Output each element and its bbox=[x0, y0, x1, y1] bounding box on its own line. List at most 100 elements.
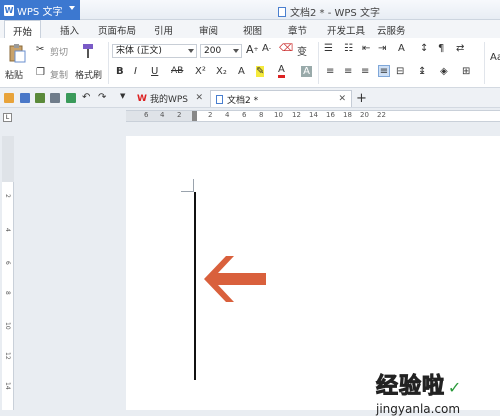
ruler-mark: 12 bbox=[292, 111, 301, 119]
save-icon[interactable] bbox=[20, 93, 30, 103]
bullets-icon[interactable]: ☰ bbox=[324, 43, 333, 54]
text-cursor bbox=[194, 192, 196, 380]
app-name: WPS 文字 bbox=[17, 6, 63, 18]
sort-icon[interactable]: ↕ bbox=[420, 43, 428, 54]
bold-icon[interactable]: B bbox=[116, 66, 124, 77]
justify-icon[interactable]: ≡ bbox=[378, 65, 390, 77]
highlight-icon[interactable]: ✎ bbox=[256, 66, 265, 77]
grow-font-icon[interactable]: A + bbox=[246, 43, 259, 56]
tab-insert[interactable]: 插入 bbox=[60, 23, 79, 37]
font-color-icon[interactable]: A bbox=[278, 65, 285, 78]
customize-chevron-icon[interactable]: ▼ bbox=[120, 92, 125, 100]
format-painter-button[interactable]: 格式刷 bbox=[75, 68, 102, 81]
cut-button[interactable]: 剪切 bbox=[50, 45, 68, 58]
crop-mark bbox=[181, 179, 194, 192]
ruler-mark: 4 bbox=[4, 228, 11, 232]
title-bar: W WPS 文字 文档2 * - WPS 文字 bbox=[0, 0, 500, 20]
indent-marker[interactable] bbox=[192, 111, 197, 121]
wps-red-logo-icon: W bbox=[137, 93, 147, 104]
format-painter-icon[interactable] bbox=[80, 42, 96, 60]
ruler-mark: 6 bbox=[144, 111, 149, 119]
ruler-toggle[interactable]: L bbox=[3, 113, 12, 122]
distribute-icon[interactable]: ⊟ bbox=[396, 66, 404, 77]
decrease-indent-icon[interactable]: ⇤ bbox=[362, 43, 370, 54]
style-preview[interactable]: Aa bbox=[490, 52, 500, 63]
document-icon bbox=[216, 94, 223, 104]
ruler-mark: 8 bbox=[4, 291, 11, 295]
line-spacing-icon[interactable]: ↨ bbox=[418, 66, 426, 77]
tab-my-wps-label: 我的WPS bbox=[149, 95, 188, 105]
borders-icon[interactable]: ⊞ bbox=[462, 66, 470, 77]
ruler-mark: 10 bbox=[4, 322, 11, 330]
chinese-layout-icon[interactable]: A bbox=[398, 43, 405, 54]
close-icon[interactable]: ✕ bbox=[338, 94, 346, 104]
tab-review[interactable]: 审阅 bbox=[199, 23, 218, 37]
increase-indent-icon[interactable]: ⇥ bbox=[378, 43, 386, 54]
tab-document[interactable]: 文档2 * ✕ bbox=[210, 90, 352, 107]
print-preview-icon[interactable] bbox=[66, 93, 76, 103]
ruler-mark: 6 bbox=[4, 261, 11, 265]
superscript-icon[interactable]: X² bbox=[195, 66, 206, 77]
char-shading-icon[interactable]: A bbox=[301, 66, 312, 77]
ruler-mark: 18 bbox=[343, 111, 352, 119]
tab-my-wps[interactable]: W 我的WPS ✕ bbox=[132, 90, 208, 107]
phonetic-icon[interactable]: 变 bbox=[297, 43, 307, 58]
text-wrap-icon[interactable]: ⇄ bbox=[456, 43, 464, 54]
new-tab-icon[interactable]: + bbox=[356, 91, 367, 106]
document-icon bbox=[278, 6, 286, 17]
tab-chapter[interactable]: 章节 bbox=[288, 23, 307, 37]
open-icon[interactable] bbox=[4, 93, 14, 103]
paste-icon[interactable] bbox=[6, 42, 28, 64]
paste-button[interactable]: 粘贴 bbox=[5, 68, 23, 81]
scissors-icon[interactable]: ✂ bbox=[36, 44, 44, 55]
copy-icon[interactable]: ❐ bbox=[36, 67, 45, 78]
window-title-text: 文档2 * - WPS 文字 bbox=[290, 8, 380, 19]
arrow-left-icon bbox=[204, 256, 266, 302]
clear-format-icon[interactable]: ⌫ bbox=[279, 43, 293, 54]
app-menu-button[interactable]: W WPS 文字 bbox=[0, 0, 80, 20]
chevron-down-icon bbox=[69, 6, 75, 10]
ruler-mark: 20 bbox=[360, 111, 369, 119]
ruler-mark: 12 bbox=[4, 352, 11, 360]
tab-developer[interactable]: 开发工具 bbox=[327, 23, 365, 37]
align-left-icon[interactable]: ≡ bbox=[326, 66, 334, 77]
ruler-mark: 2 bbox=[177, 111, 182, 119]
quick-access-bar: ↶ ↷ ▼ W 我的WPS ✕ 文档2 * ✕ + bbox=[0, 88, 500, 108]
redo-icon[interactable]: ↷ bbox=[98, 92, 106, 103]
print-icon[interactable] bbox=[50, 93, 60, 103]
tab-page-layout[interactable]: 页面布局 bbox=[98, 23, 136, 37]
shrink-font-icon[interactable]: A- bbox=[262, 43, 271, 54]
tab-cloud[interactable]: 云服务 bbox=[377, 23, 406, 37]
change-case-icon[interactable]: A bbox=[238, 66, 245, 77]
font-size-select[interactable]: 200 bbox=[200, 44, 242, 58]
underline-icon[interactable]: U bbox=[151, 66, 158, 77]
ruler-mark: 16 bbox=[326, 111, 335, 119]
tab-document-label: 文档2 * bbox=[227, 95, 259, 106]
wps-logo-icon: W bbox=[4, 4, 14, 16]
tab-references[interactable]: 引用 bbox=[154, 23, 173, 37]
ruler-mark: 14 bbox=[309, 111, 318, 119]
ruler-mark: 14 bbox=[4, 382, 11, 390]
align-right-icon[interactable]: ≡ bbox=[361, 66, 369, 77]
tab-home[interactable]: 开始 bbox=[4, 20, 42, 39]
save-as-icon[interactable] bbox=[35, 93, 45, 103]
check-icon: ✓ bbox=[447, 378, 462, 397]
ruler-mark: 6 bbox=[242, 111, 247, 119]
horizontal-ruler[interactable]: 6 4 2 2 4 6 8 10 12 14 16 18 20 22 bbox=[126, 110, 500, 122]
copy-button[interactable]: 复制 bbox=[50, 68, 68, 81]
ribbon-tabs: 开始 插入 页面布局 引用 审阅 视图 章节 开发工具 云服务 bbox=[0, 20, 500, 39]
document-page[interactable]: 经验啦 ✓ jingyanla.com bbox=[126, 136, 500, 416]
align-center-icon[interactable]: ≡ bbox=[344, 66, 352, 77]
tab-view[interactable]: 视图 bbox=[243, 23, 262, 37]
italic-icon[interactable]: I bbox=[134, 66, 137, 77]
close-icon[interactable]: ✕ bbox=[195, 93, 203, 103]
subscript-icon[interactable]: X₂ bbox=[216, 66, 227, 77]
undo-icon[interactable]: ↶ bbox=[82, 92, 90, 103]
ruler-mark: 10 bbox=[274, 111, 283, 119]
shading-icon[interactable]: ◈ bbox=[440, 66, 448, 77]
vertical-ruler[interactable]: 2 4 6 8 10 12 14 bbox=[2, 136, 14, 410]
numbering-icon[interactable]: ☷ bbox=[344, 43, 353, 54]
font-family-select[interactable]: 宋体 (正文) bbox=[112, 44, 197, 58]
strikethrough-icon[interactable]: AB bbox=[171, 66, 183, 76]
show-marks-icon[interactable]: ¶ bbox=[438, 43, 444, 54]
